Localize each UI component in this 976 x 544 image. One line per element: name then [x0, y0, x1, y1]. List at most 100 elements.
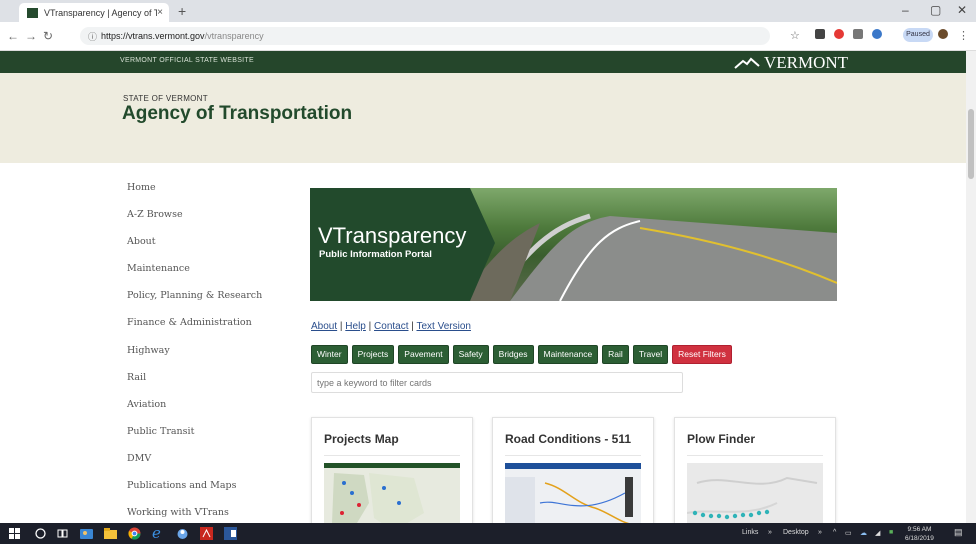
windows-start-icon[interactable]: [8, 527, 21, 540]
hero-title: VTransparency: [318, 223, 467, 248]
card-projects-map[interactable]: Projects Map: [311, 417, 473, 523]
tab-close-icon[interactable]: ×: [157, 7, 163, 18]
utility-links: About | Help | Contact | Text Version: [311, 321, 471, 332]
card-road-conditions[interactable]: Road Conditions - 511: [492, 417, 654, 523]
sidebar-item-working-with-vtrans[interactable]: Working with VTrans: [127, 506, 262, 523]
text-version-link[interactable]: Text Version: [416, 321, 470, 332]
avatar[interactable]: [938, 29, 948, 39]
chrome-icon[interactable]: [128, 527, 141, 540]
opera-icon[interactable]: [834, 29, 844, 39]
card-title: Projects Map: [324, 432, 399, 446]
site-header: STATE OF VERMONT Agency of Transportatio…: [0, 73, 966, 163]
mountain-logo-icon: [734, 57, 760, 69]
url-path: /vtransparency: [204, 31, 264, 41]
about-link[interactable]: About: [311, 321, 337, 332]
onedrive-icon[interactable]: ☁: [860, 529, 867, 537]
reload-icon[interactable]: ↻: [43, 29, 53, 43]
info-icon[interactable]: ⓘ: [88, 30, 97, 43]
vermont-logo-text: VERMONT: [764, 53, 849, 72]
filter-pavement-button[interactable]: Pavement: [398, 345, 449, 364]
system-clock[interactable]: 9:56 AM 6/18/2019: [905, 525, 934, 543]
bookmark-star-icon[interactable]: ☆: [790, 29, 800, 42]
sidebar-item-policy[interactable]: Policy, Planning & Research: [127, 289, 262, 316]
tab-title: VTransparency | Agency of Trans: [44, 7, 158, 18]
desktop-toolbar-label[interactable]: Desktop: [783, 529, 809, 536]
browser-tab[interactable]: VTransparency | Agency of Trans ×: [19, 3, 169, 22]
file-explorer-icon[interactable]: [104, 527, 117, 540]
extension-icon[interactable]: [815, 29, 825, 39]
site-favicon-icon: [27, 7, 38, 18]
sidebar-item-home[interactable]: Home: [127, 181, 262, 208]
extension-icon[interactable]: [853, 29, 863, 39]
filter-bridges-button[interactable]: Bridges: [492, 345, 534, 364]
sidebar-item-about[interactable]: About: [127, 235, 262, 262]
filter-projects-button[interactable]: Projects: [351, 345, 395, 364]
reset-filters-button[interactable]: Reset Filters: [672, 345, 732, 364]
help-link[interactable]: Help: [345, 321, 366, 332]
sidebar-nav: Home A-Z Browse About Maintenance Policy…: [127, 181, 262, 523]
contact-link[interactable]: Contact: [374, 321, 408, 332]
hero-subtitle: Public Information Portal: [319, 249, 432, 260]
search-icon[interactable]: [34, 527, 47, 540]
chevron-up-icon[interactable]: ^: [833, 529, 836, 536]
task-view-icon[interactable]: [56, 527, 69, 540]
sidebar-item-maintenance[interactable]: Maintenance: [127, 262, 262, 289]
sidebar-item-aviation[interactable]: Aviation: [127, 398, 262, 425]
menu-kebab-icon[interactable]: ⋮: [958, 29, 969, 42]
web-page: VERMONT OFFICIAL STATE WEBSITE VERMONT S…: [0, 51, 966, 523]
back-arrow-icon[interactable]: ←: [7, 29, 19, 43]
links-toolbar-label[interactable]: Links: [742, 529, 758, 536]
close-window-button[interactable]: ✕: [957, 3, 967, 17]
word-icon[interactable]: [224, 527, 237, 540]
card-title: Plow Finder: [687, 432, 756, 446]
road-conditions-thumbnail: [505, 463, 641, 523]
minimize-button[interactable]: –: [902, 3, 909, 17]
clock-time: 9:56 AM: [907, 526, 932, 533]
network-icon[interactable]: ▭: [845, 529, 852, 537]
new-tab-button[interactable]: +: [178, 3, 186, 19]
notifications-icon[interactable]: ▤: [954, 527, 963, 538]
state-label: STATE OF VERMONT: [123, 94, 208, 103]
tray-app-icon[interactable]: ■: [889, 529, 893, 536]
browser-tab-bar: VTransparency | Agency of Trans × + – ▢ …: [0, 0, 976, 22]
links-toolbar-chevron-icon[interactable]: »: [768, 529, 772, 536]
windows-taskbar: e Links » Desktop » ^ ▭ ☁ ◢ ■ 9:56 AM 6/…: [0, 523, 976, 544]
profile-paused-button[interactable]: Paused: [903, 28, 933, 42]
sidebar-item-highway[interactable]: Highway: [127, 344, 262, 371]
vermont-logo[interactable]: VERMONT: [734, 53, 848, 73]
projects-map-thumbnail: [324, 463, 460, 523]
page-title[interactable]: Agency of Transportation: [122, 103, 352, 125]
extension-icon[interactable]: [872, 29, 882, 39]
people-app-icon[interactable]: [80, 527, 93, 540]
card-title: Road Conditions - 511: [505, 432, 632, 446]
official-site-label: VERMONT OFFICIAL STATE WEBSITE: [120, 57, 254, 64]
sidebar-item-rail[interactable]: Rail: [127, 371, 262, 398]
sidebar-item-dmv[interactable]: DMV: [127, 452, 262, 479]
address-bar[interactable]: ⓘ https://vtrans.vermont.gov/vtransparen…: [80, 27, 770, 45]
desktop-toolbar-chevron-icon[interactable]: »: [818, 529, 822, 536]
filter-travel-button[interactable]: Travel: [632, 345, 669, 364]
filter-winter-button[interactable]: Winter: [311, 345, 348, 364]
filter-safety-button[interactable]: Safety: [452, 345, 489, 364]
sidebar-item-a-z-browse[interactable]: A-Z Browse: [127, 208, 262, 235]
hero-banner: VTransparency Public Information Portal: [310, 188, 837, 301]
page-scrollbar[interactable]: [966, 51, 976, 523]
filter-maintenance-button[interactable]: Maintenance: [537, 345, 599, 364]
sidebar-item-public-transit[interactable]: Public Transit: [127, 425, 262, 452]
internet-explorer-icon[interactable]: e: [152, 524, 165, 542]
url-host: https://vtrans.vermont.gov: [101, 31, 205, 41]
sidebar-item-publications[interactable]: Publications and Maps: [127, 479, 262, 506]
filter-rail-button[interactable]: Rail: [602, 345, 629, 364]
plow-finder-thumbnail: [687, 463, 823, 523]
maximize-button[interactable]: ▢: [930, 3, 941, 17]
sidebar-item-finance[interactable]: Finance & Administration: [127, 316, 262, 343]
browser-toolbar: ← → ↻ ⓘ https://vtrans.vermont.gov/vtran…: [0, 22, 976, 51]
adobe-acrobat-icon[interactable]: [200, 527, 213, 540]
search-input[interactable]: [311, 372, 683, 393]
forward-arrow-icon[interactable]: →: [25, 29, 37, 43]
volume-icon[interactable]: ◢: [875, 529, 880, 537]
clock-date: 6/18/2019: [905, 535, 934, 542]
scrollbar-thumb[interactable]: [968, 109, 974, 179]
card-plow-finder[interactable]: Plow Finder: [674, 417, 836, 523]
app-icon[interactable]: [176, 527, 189, 540]
